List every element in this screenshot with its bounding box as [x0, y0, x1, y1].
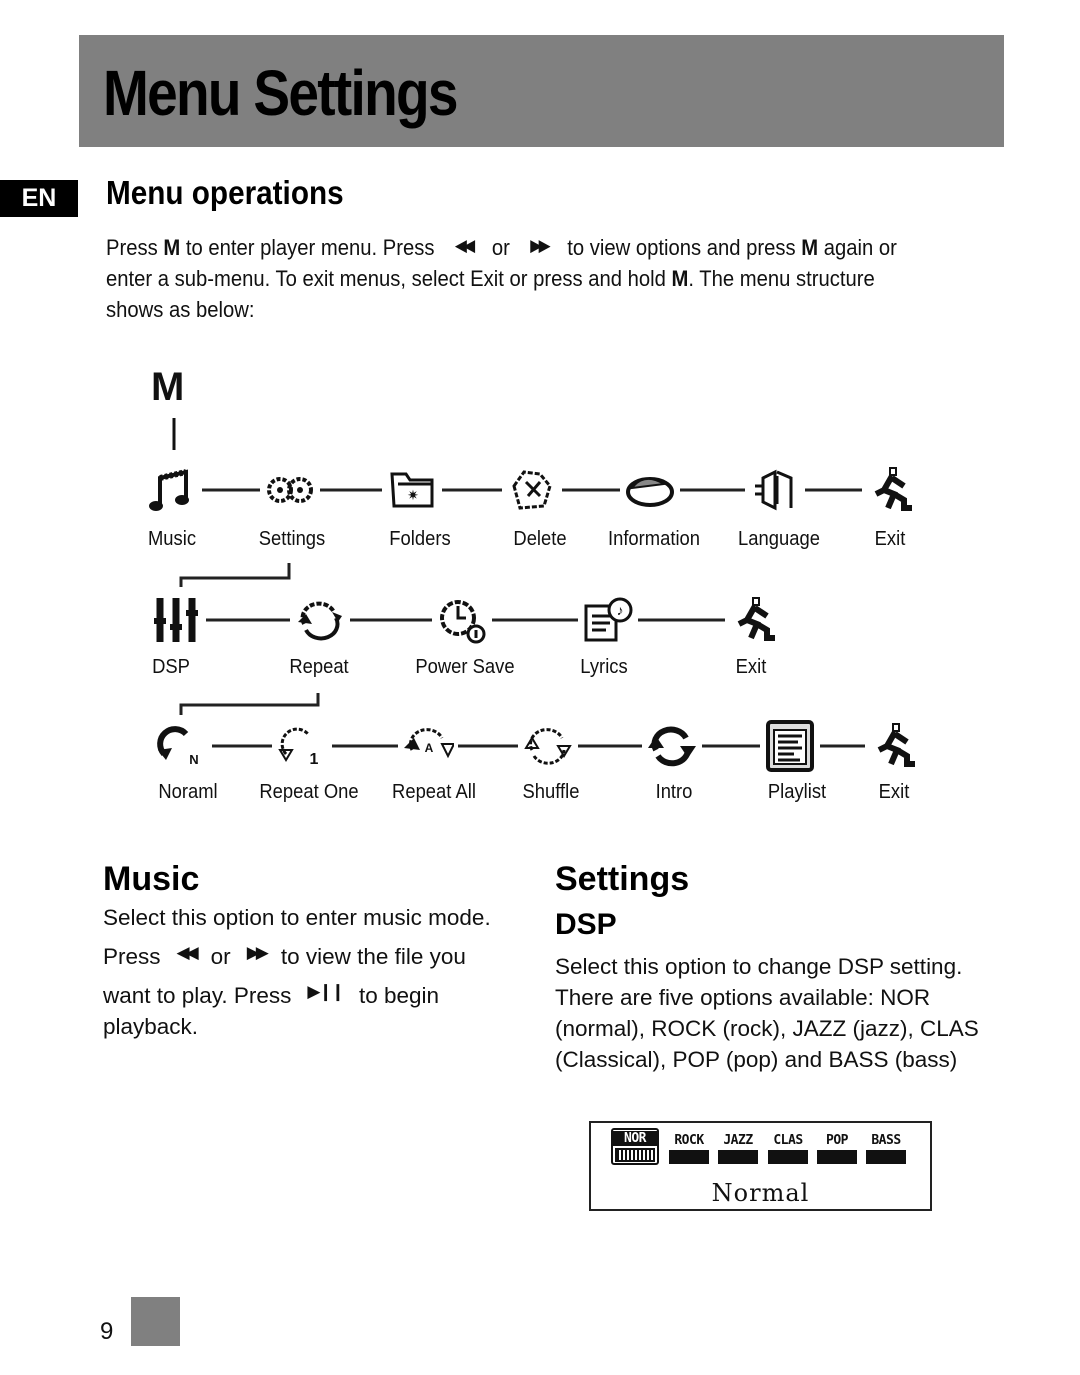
menu-operations-paragraph: Press M to enter player menu. Press ◀◀ o…: [106, 232, 934, 325]
key-m: M: [163, 235, 181, 260]
svg-text:✷: ✷: [407, 487, 419, 503]
section-title-menu-operations: Menu operations: [106, 174, 344, 211]
shuffle-icon: [522, 720, 574, 772]
equalizer-bars-icon: [817, 1150, 857, 1164]
text: to begin: [358, 983, 440, 1008]
equalizer-bars-icon: [768, 1150, 808, 1164]
dsp-option-label: ROCK: [674, 1133, 704, 1148]
main-menu-item-label: Delete: [513, 528, 567, 550]
next-icon: ▶▶: [530, 236, 550, 255]
playlist-icon: [764, 720, 816, 772]
dsp-option-jazz: JAZZ: [716, 1133, 760, 1164]
text: playback.: [103, 1014, 199, 1039]
equalizer-bars-icon: [718, 1150, 758, 1164]
repeat-icon: [294, 594, 346, 646]
dsp-option-label: NOR: [613, 1131, 657, 1146]
equalizer-bars-icon: [615, 1148, 655, 1162]
repeat-menu-item-label: Shuffle: [522, 781, 580, 803]
dsp-option-bass: BASS: [864, 1133, 908, 1164]
dsp-description: Select this option to change DSP setting…: [555, 954, 979, 1072]
settings-menu-item-label: Power Save: [415, 656, 515, 678]
dsp-lcd-screen: NOR ROCK JAZZ CLAS POP BASS Normal: [589, 1121, 932, 1211]
repeat-menu-item-label: Exit: [878, 781, 910, 803]
repeat-submenu-bracket: [179, 693, 320, 715]
power-save-clock-icon: [436, 594, 488, 646]
repeat-menu-item-label: Noraml: [158, 781, 218, 803]
dsp-option-label: CLAS: [773, 1133, 803, 1148]
dsp-option-label: POP: [826, 1133, 848, 1148]
text: to view the file you: [280, 944, 466, 969]
normal-mode-icon: N: [156, 720, 208, 772]
equalizer-bars-icon: [866, 1150, 906, 1164]
main-menu-item-label: Settings: [258, 528, 326, 550]
settings-submenu-bracket: [179, 563, 291, 587]
running-man-exit-icon: [869, 720, 921, 772]
text-line: want to play. Press ▶❙❙ to begin: [103, 980, 523, 1011]
text: want to play. Press: [103, 983, 292, 1008]
dsp-option-pop: POP: [815, 1133, 859, 1164]
gears-icon: [264, 464, 316, 516]
svg-text:1: 1: [310, 751, 319, 768]
subsection-title-dsp: DSP: [555, 908, 617, 941]
information-disc-icon: [624, 464, 676, 516]
play-pause-icon: ▶❙❙: [307, 982, 345, 1001]
equalizer-bars-icon: [669, 1150, 709, 1164]
text: or: [210, 944, 231, 969]
svg-text:♪: ♪: [617, 602, 624, 618]
previous-icon: ◀◀: [176, 943, 199, 962]
main-menu-item-label: Folders: [389, 528, 451, 550]
page-marker-box: [131, 1297, 180, 1346]
dsp-option-rock: ROCK: [667, 1133, 711, 1164]
language-badge: EN: [0, 180, 78, 217]
repeat-menu-item-label: Repeat All: [392, 781, 476, 803]
next-icon: ▶▶: [246, 943, 269, 962]
delete-icon: [506, 464, 558, 516]
main-menu-item-label: Information: [607, 528, 701, 550]
music-note-icon: [146, 464, 198, 516]
dsp-option-label: JAZZ: [723, 1133, 753, 1148]
section-title-music: Music: [103, 860, 200, 898]
folder-icon: ✷: [386, 464, 438, 516]
key-m: M: [801, 235, 819, 260]
music-description: Select this option to enter music mode. …: [103, 902, 523, 1050]
intro-icon: [646, 720, 698, 772]
main-menu-item-label: Music: [147, 528, 197, 550]
page-number: 9: [100, 1318, 114, 1345]
lyrics-icon: ♪: [582, 594, 634, 646]
dsp-option-label: BASS: [871, 1133, 901, 1148]
text: Press: [106, 235, 164, 260]
svg-text:N: N: [189, 752, 198, 767]
key-m: M: [671, 266, 689, 291]
repeat-menu-item-label: Intro: [655, 781, 693, 803]
repeat-menu-item-label: Repeat One: [259, 781, 359, 803]
text: to enter player menu. Press: [180, 235, 441, 260]
running-man-exit-icon: [729, 594, 781, 646]
page-title: Menu Settings: [103, 57, 458, 129]
text: to view options and press: [561, 235, 802, 260]
previous-icon: ◀◀: [454, 236, 475, 255]
text: or: [486, 235, 516, 260]
dsp-mode-text: Normal: [711, 1179, 810, 1207]
equalizer-sliders-icon: [150, 594, 202, 646]
settings-menu-item-label: DSP: [152, 656, 190, 678]
menu-root-label: M: [151, 365, 185, 409]
repeat-all-icon: A: [402, 720, 456, 772]
section-title-settings: Settings: [555, 860, 690, 898]
settings-menu-item-label: Repeat: [289, 656, 349, 678]
settings-menu-item-label: Lyrics: [580, 656, 628, 678]
main-menu-item-label: Language: [738, 528, 820, 550]
settings-menu-item-label: Exit: [735, 656, 767, 678]
dsp-option-nor: NOR: [611, 1128, 659, 1165]
dsp-option-clas: CLAS: [766, 1133, 810, 1164]
text-line: Press ◀◀ or ▶▶ to view the file you: [103, 941, 523, 980]
svg-text:A: A: [425, 741, 434, 755]
text: Select this option to enter music mode.: [103, 905, 491, 930]
language-icon: [749, 464, 801, 516]
main-menu-item-label: Exit: [874, 528, 906, 550]
repeat-one-icon: 1: [276, 720, 328, 772]
text: Press: [103, 944, 161, 969]
running-man-exit-icon: [866, 464, 918, 516]
